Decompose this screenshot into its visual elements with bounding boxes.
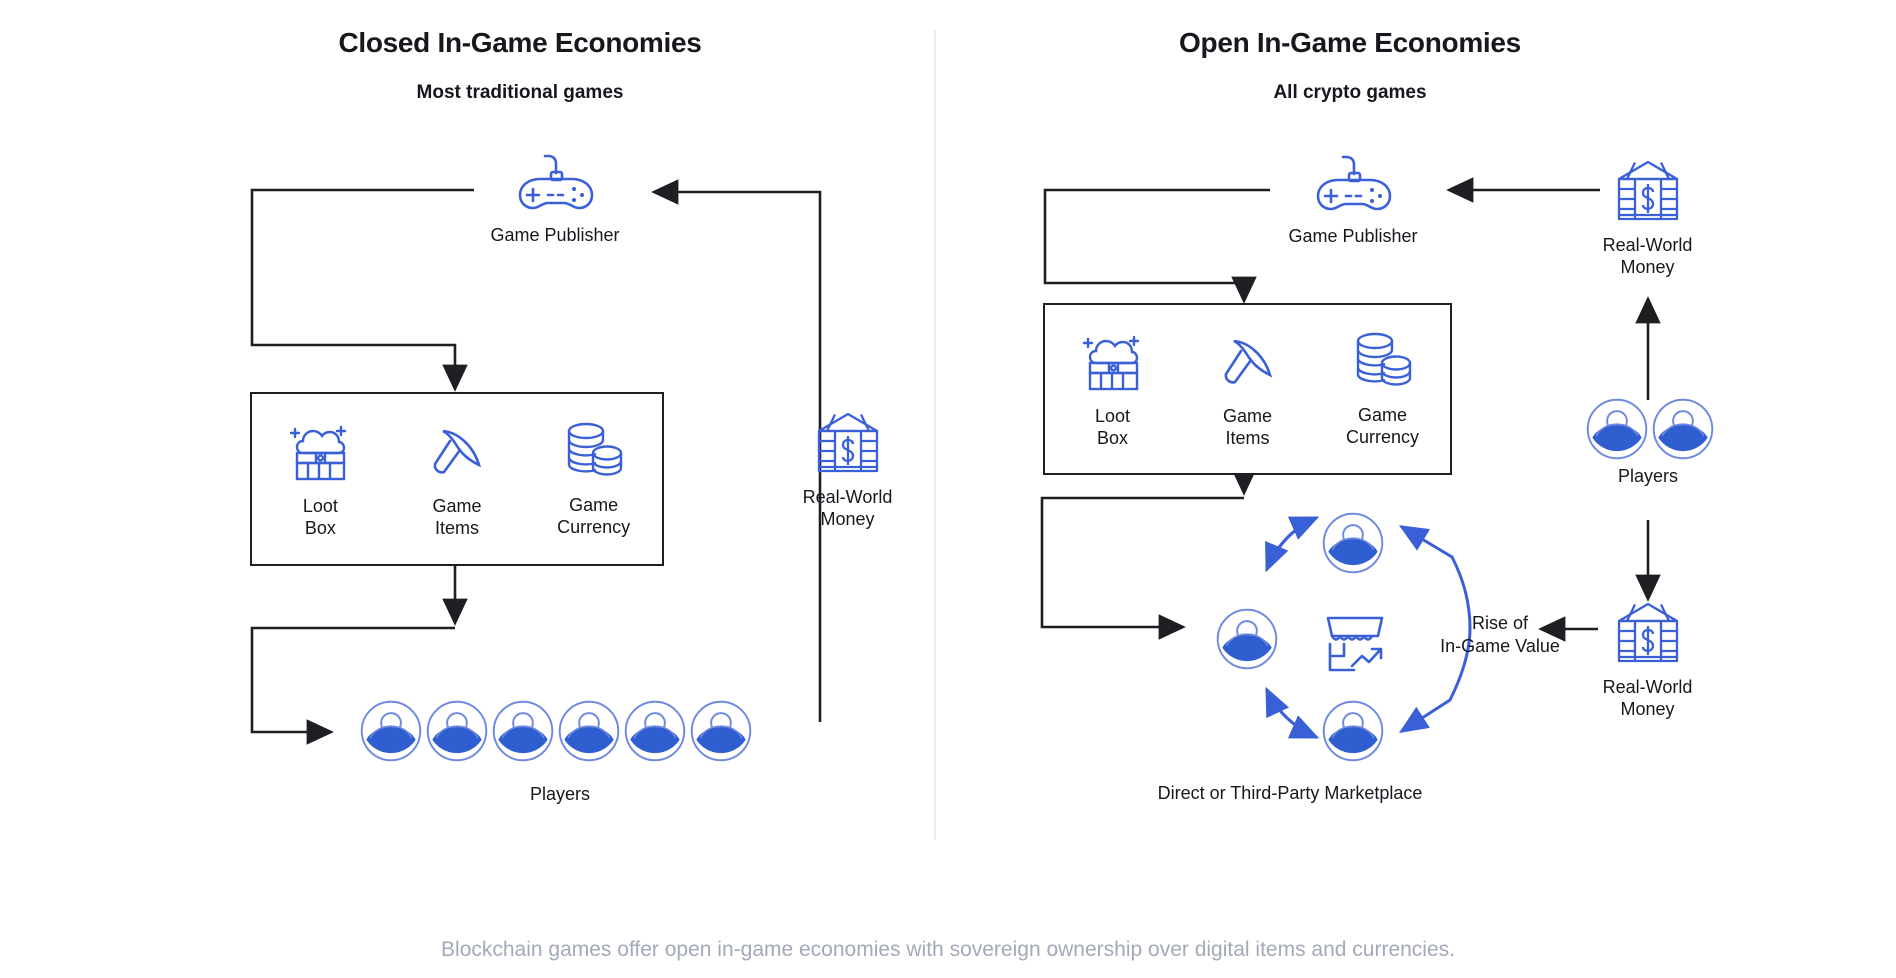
- player-avatar-icon: [1216, 608, 1278, 670]
- player-avatar-icon: [1322, 700, 1384, 762]
- storefront-chart-icon-wrap: [1320, 612, 1390, 683]
- ring-arrow-left-to-top: [1265, 516, 1320, 571]
- loot-box-icon: [1080, 329, 1146, 393]
- left-real-world-money-node: Real-World Money: [760, 410, 935, 531]
- left-players-row: [360, 700, 756, 762]
- left-inventory-box: Loot Box Game Items Game Currency: [250, 392, 664, 566]
- left-inventory-item-game-currency: Game Currency: [525, 420, 662, 539]
- right-panel-subtitle: All crypto games: [1273, 82, 1427, 103]
- player-avatar-icon: [360, 700, 422, 762]
- marketplace-participant-top: [1322, 512, 1384, 579]
- bank-dollar-icon: [813, 410, 883, 476]
- wire-left-publisher-to-inventory: [250, 188, 474, 392]
- marketplace-participant-left: [1216, 608, 1278, 675]
- right-inventory-item-2-label: Game Currency: [1345, 404, 1420, 447]
- player-avatar-icon: [624, 700, 686, 762]
- right-real-world-money-bottom-label: Real-World Money: [1602, 677, 1693, 719]
- marketplace-participant-bottom: [1322, 700, 1384, 767]
- player-avatar-icon: [426, 700, 488, 762]
- wire-right-publisher-to-inventory: [1043, 188, 1270, 304]
- left-inventory-item-1-label: Game Items: [432, 495, 482, 538]
- right-players-row: [1586, 398, 1718, 460]
- left-real-world-money-label: Real-World Money: [802, 487, 893, 529]
- right-inventory-box: Loot Box Game Items Game Currency: [1043, 303, 1452, 475]
- bank-dollar-icon: [1613, 600, 1683, 666]
- player-avatar-icon: [690, 700, 752, 762]
- coins-icon: [1351, 330, 1415, 392]
- right-inventory-item-game-currency: Game Currency: [1315, 330, 1450, 449]
- left-game-publisher-node: Game Publisher: [470, 152, 640, 247]
- pickaxe-icon: [425, 419, 489, 483]
- loot-box-icon: [287, 419, 353, 483]
- left-inventory-item-loot-box: Loot Box: [252, 419, 389, 540]
- right-players-label: Players: [1617, 466, 1679, 486]
- rise-of-in-game-value-label: Rise of In-Game Value: [1440, 613, 1560, 656]
- right-inventory-item-loot-box: Loot Box: [1045, 329, 1180, 450]
- left-inventory-item-0-label: Loot Box: [302, 495, 338, 538]
- ring-arrow-to-top-node: [1398, 525, 1454, 559]
- left-inventory-item-2-label: Game Currency: [557, 494, 631, 537]
- bank-dollar-icon: [1613, 158, 1683, 224]
- storefront-chart-icon: [1320, 612, 1390, 678]
- left-players-label: Players: [529, 784, 591, 804]
- right-inventory-item-0-label: Loot Box: [1094, 405, 1131, 448]
- marketplace-label: Direct or Third-Party Marketplace: [1157, 783, 1423, 803]
- pickaxe-icon: [1216, 329, 1280, 393]
- right-inventory-item-1-label: Game Items: [1222, 405, 1273, 448]
- coins-icon: [562, 420, 626, 482]
- figure-caption: Blockchain games offer open in-game econ…: [441, 938, 1455, 961]
- right-real-world-money-top-node: Real-World Money: [1560, 158, 1735, 279]
- player-avatar-icon: [492, 700, 554, 762]
- left-panel-subtitle: Most traditional games: [416, 82, 624, 103]
- player-avatar-icon: [1652, 398, 1714, 460]
- ring-arrow-left-to-bottom: [1265, 688, 1320, 739]
- right-inventory-item-game-items: Game Items: [1180, 329, 1315, 450]
- wire-right-inventory-to-marketplace: [1040, 496, 1244, 640]
- right-real-world-money-top-label: Real-World Money: [1602, 235, 1693, 277]
- player-avatar-icon: [1322, 512, 1384, 574]
- gamepad-icon: [1310, 153, 1396, 215]
- ring-arrow-bottom-to-left: [1265, 686, 1318, 739]
- left-game-publisher-label: Game Publisher: [490, 225, 620, 245]
- gamepad-icon: [512, 152, 598, 214]
- ring-arrow-to-bottom-node: [1398, 698, 1452, 733]
- player-avatar-icon: [558, 700, 620, 762]
- right-game-publisher-node: Game Publisher: [1268, 153, 1438, 248]
- right-game-publisher-label: Game Publisher: [1288, 226, 1418, 246]
- left-inventory-item-game-items: Game Items: [389, 419, 526, 540]
- player-avatar-icon: [1586, 398, 1648, 460]
- diagram-stage: Closed In-Game Economies Most traditiona…: [0, 0, 1896, 978]
- ring-arrow-top-to-left: [1265, 516, 1318, 573]
- right-panel-title: Open In-Game Economies: [1179, 27, 1521, 58]
- left-panel-title: Closed In-Game Economies: [338, 27, 702, 58]
